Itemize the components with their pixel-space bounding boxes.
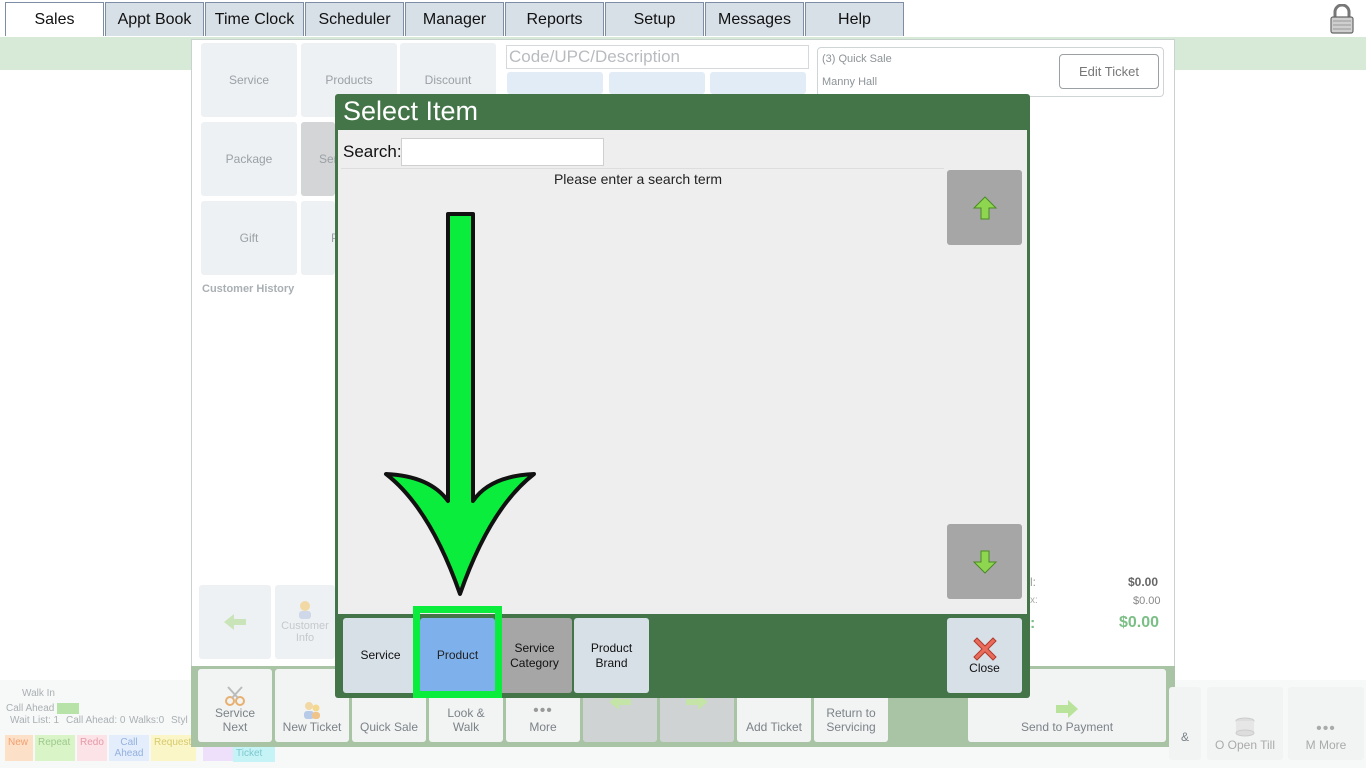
empty-results-message: Please enter a search term <box>553 171 723 187</box>
dots-icon: ••• <box>1316 720 1336 737</box>
tab-time-clock[interactable]: Time Clock <box>205 2 304 36</box>
left-arrow-icon <box>224 614 246 630</box>
quick-tile-1[interactable] <box>507 72 603 94</box>
tab-sales[interactable]: Sales <box>5 2 104 36</box>
tab-service-category[interactable]: Service Category <box>497 618 572 693</box>
chip-repeat[interactable]: Repeat <box>35 735 75 761</box>
coins-icon <box>1235 717 1255 737</box>
top-nav: Sales Appt Book Time Clock Scheduler Man… <box>0 0 1366 37</box>
scissors-icon <box>225 686 245 706</box>
close-button[interactable]: Close <box>947 618 1022 693</box>
stylist-label: Styl <box>171 715 188 726</box>
tab-scheduler[interactable]: Scheduler <box>305 2 404 36</box>
tab-appt-book[interactable]: Appt Book <box>105 2 204 36</box>
category-tile-p[interactable]: P <box>301 201 339 275</box>
call-ahead-count: Call Ahead: 0 <box>66 715 126 726</box>
subtotal-label: l: <box>1030 575 1036 589</box>
tab-product-brand[interactable]: Product Brand <box>574 618 649 693</box>
total-value: $0.00 <box>1119 614 1160 631</box>
more-right-button[interactable]: ••• M More <box>1288 687 1364 760</box>
code-upc-search-input[interactable]: Code/UPC/Description <box>506 45 809 69</box>
customer-history-label: Customer History <box>202 283 295 295</box>
annotation-down-arrow-icon <box>384 212 536 596</box>
dots-icon: ••• <box>533 702 553 719</box>
category-tile-gift[interactable]: Gift <box>201 201 297 275</box>
chip-ticket[interactable]: Ticket <box>233 746 275 762</box>
highlight-box <box>413 606 502 698</box>
ticket-customer: Manny Hall <box>822 76 878 88</box>
category-tile-service[interactable]: Service <box>201 43 297 117</box>
close-icon <box>972 636 997 661</box>
chip-new[interactable]: New <box>5 735 33 761</box>
call-ahead-label: Call Ahead <box>6 703 55 714</box>
quick-tile-2[interactable] <box>609 72 705 94</box>
divider <box>341 168 944 169</box>
customer-info-button[interactable]: Customer Info <box>275 585 335 659</box>
quick-tile-3[interactable] <box>710 72 806 94</box>
call-ahead-bars <box>57 703 79 714</box>
edit-ticket-button[interactable]: Edit Ticket <box>1059 54 1159 89</box>
tab-setup[interactable]: Setup <box>605 2 704 36</box>
back-arrow-button[interactable] <box>199 585 271 659</box>
person-icon <box>299 601 311 619</box>
search-label: Search: <box>343 142 402 161</box>
tab-reports[interactable]: Reports <box>505 2 604 36</box>
walks-count: Walks:0 <box>129 715 165 726</box>
chip-redo[interactable]: Redo <box>77 735 107 761</box>
tax-value: $0.00 <box>1133 595 1161 607</box>
subtotal-value: $0.00 <box>1128 575 1159 589</box>
up-arrow-icon <box>972 195 997 219</box>
partial-button[interactable]: & <box>1169 687 1201 760</box>
tax-label: x: <box>1030 595 1038 606</box>
tab-service[interactable]: Service <box>343 618 418 693</box>
ticket-title: (3) Quick Sale <box>822 53 892 65</box>
people-icon <box>304 702 320 719</box>
chip-request[interactable]: Request <box>151 735 196 761</box>
tab-manager[interactable]: Manager <box>405 2 504 36</box>
chip-call-ahead[interactable]: Call Ahead <box>109 735 149 761</box>
scroll-up-button[interactable] <box>947 170 1022 245</box>
tab-messages[interactable]: Messages <box>705 2 804 36</box>
down-arrow-icon <box>972 550 997 574</box>
tab-help[interactable]: Help <box>805 2 904 36</box>
wait-list-count: Wait List: 1 <box>10 715 60 726</box>
open-till-button[interactable]: O Open Till <box>1207 687 1283 760</box>
dialog-title: Select Item <box>343 96 479 126</box>
category-tile-ser[interactable]: Ser <box>301 122 338 196</box>
search-input[interactable] <box>401 138 604 166</box>
service-next-button[interactable]: Service Next <box>198 669 272 742</box>
lock-icon[interactable] <box>1329 4 1355 34</box>
scroll-down-button[interactable] <box>947 524 1022 599</box>
category-tile-package[interactable]: Package <box>201 122 297 196</box>
total-label: : <box>1030 615 1036 632</box>
walk-in-label: Walk In <box>22 688 55 699</box>
right-arrow-icon <box>1056 700 1078 718</box>
